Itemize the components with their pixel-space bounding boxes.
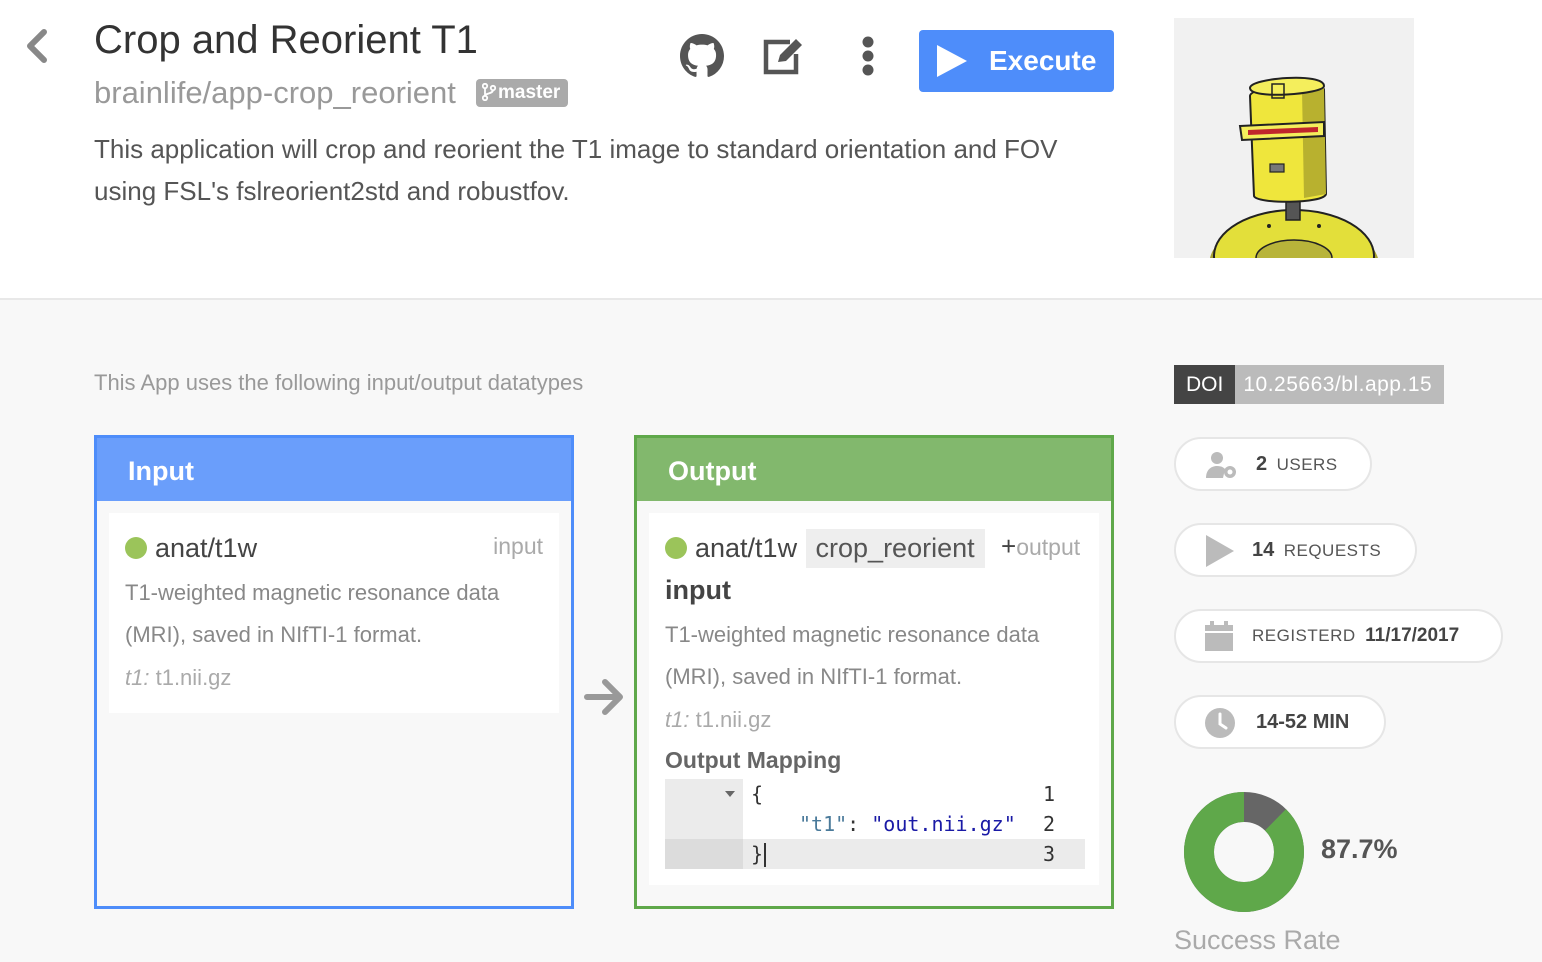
file-key: t1: bbox=[125, 665, 150, 690]
clock-icon bbox=[1205, 708, 1235, 738]
more-vertical-icon bbox=[862, 36, 874, 76]
input-datatype-description: T1-weighted magnetic resonance data (MRI… bbox=[125, 580, 500, 647]
output-panel-header: Output bbox=[637, 438, 1111, 501]
line-number: 1 bbox=[1042, 782, 1055, 806]
doi-label: DOI bbox=[1174, 365, 1236, 404]
play-icon bbox=[1206, 535, 1234, 567]
execute-button[interactable]: Execute bbox=[919, 30, 1114, 92]
output-datatype-name[interactable]: anat/t1w bbox=[695, 533, 797, 563]
input-id: input bbox=[493, 533, 543, 559]
branch-label: master bbox=[498, 82, 561, 103]
registered-label: REGISTERD bbox=[1252, 626, 1356, 645]
output-id-continued: input bbox=[665, 575, 731, 605]
requests-label: REQUESTS bbox=[1283, 541, 1382, 560]
success-arc bbox=[1184, 792, 1304, 912]
output-datatype-description: T1-weighted magnetic resonance data (MRI… bbox=[665, 622, 1040, 689]
text-cursor bbox=[764, 843, 766, 867]
json-key: "t1" bbox=[799, 812, 848, 836]
more-options-button[interactable] bbox=[858, 34, 878, 83]
success-rate-label: Success Rate bbox=[1174, 925, 1341, 955]
datatypes-intro: This App uses the following input/output… bbox=[94, 370, 584, 395]
json-separator: : bbox=[847, 812, 872, 836]
edit-icon bbox=[763, 39, 802, 75]
plus-sign: + bbox=[1001, 531, 1017, 561]
input-panel-header: Input bbox=[97, 438, 571, 501]
output-panel: Output anat/t1w crop_reorient +output in… bbox=[634, 435, 1114, 909]
app-header: Crop and Reorient T1 brainlife/app-crop_… bbox=[0, 0, 1542, 300]
registered-stat: REGISTERD 11/17/2017 bbox=[1174, 609, 1503, 663]
runtime-stat: 14-52 MIN bbox=[1174, 695, 1386, 749]
input-panel: Input anat/t1w input T1-weighted magneti… bbox=[94, 435, 574, 909]
json-value: "out.nii.gz" bbox=[871, 812, 1016, 836]
arrow-right-icon bbox=[584, 679, 623, 715]
doi-value: 10.25663/bl.app.15 bbox=[1235, 365, 1445, 404]
play-icon bbox=[937, 45, 967, 77]
requests-stat: 14 REQUESTS bbox=[1174, 523, 1417, 577]
output-id: output bbox=[1016, 534, 1081, 560]
output-datatype-card: anat/t1w crop_reorient +output input T1-… bbox=[649, 513, 1099, 885]
runtime-value: 14-52 MIN bbox=[1256, 711, 1350, 733]
repo-link[interactable]: brainlife/app-crop_reorient bbox=[94, 75, 456, 111]
file-name: t1.nii.gz bbox=[155, 665, 232, 690]
input-datatype-card: anat/t1w input T1-weighted magnetic reso… bbox=[109, 513, 559, 713]
back-button[interactable] bbox=[18, 26, 58, 66]
github-button[interactable] bbox=[680, 34, 724, 83]
page-title: Crop and Reorient T1 bbox=[94, 18, 478, 62]
line-number: 2 bbox=[1042, 812, 1055, 836]
users-stat: 2 USERS bbox=[1174, 437, 1372, 491]
code-line-1: { bbox=[751, 782, 764, 806]
execute-label: Execute bbox=[989, 45, 1097, 76]
users-cog-icon bbox=[1206, 452, 1236, 478]
branch-badge: master bbox=[476, 79, 569, 107]
doi-badge[interactable]: DOI 10.25663/bl.app.15 bbox=[1174, 365, 1445, 404]
success-rate-value: 87.7% bbox=[1321, 834, 1398, 864]
output-mapping-title: Output Mapping bbox=[665, 747, 842, 773]
datatype-dot bbox=[665, 537, 687, 559]
edit-button[interactable] bbox=[760, 36, 804, 81]
input-datatype-name[interactable]: anat/t1w bbox=[155, 533, 257, 563]
file-name: t1.nii.gz bbox=[695, 707, 772, 732]
code-line-2: "t1": "out.nii.gz" bbox=[799, 809, 1016, 839]
app-avatar bbox=[1174, 18, 1414, 258]
fold-arrow-icon[interactable] bbox=[725, 791, 735, 797]
chevron-left-icon bbox=[27, 29, 47, 63]
line-number: 3 bbox=[1042, 842, 1055, 866]
code-line-3: } bbox=[751, 842, 764, 866]
output-datatype-tag: crop_reorient bbox=[805, 529, 985, 568]
requests-count: 14 bbox=[1252, 539, 1275, 561]
calendar-icon bbox=[1205, 621, 1233, 651]
output-mapping-editor[interactable]: 1 2 3 { "t1": "out.nii.gz" } bbox=[665, 779, 1085, 869]
success-rate-chart bbox=[1184, 792, 1304, 912]
users-count: 2 bbox=[1256, 453, 1268, 475]
file-key: t1: bbox=[665, 707, 690, 732]
datatype-dot bbox=[125, 537, 147, 559]
output-file-mapping: t1: t1.nii.gz bbox=[665, 707, 771, 733]
app-description: This application will crop and reorient … bbox=[94, 134, 1058, 206]
input-file-mapping: t1: t1.nii.gz bbox=[125, 665, 231, 691]
github-icon bbox=[680, 34, 724, 77]
registered-date: 11/17/2017 bbox=[1365, 625, 1460, 646]
users-label: USERS bbox=[1276, 455, 1338, 474]
branch-icon bbox=[481, 82, 497, 102]
